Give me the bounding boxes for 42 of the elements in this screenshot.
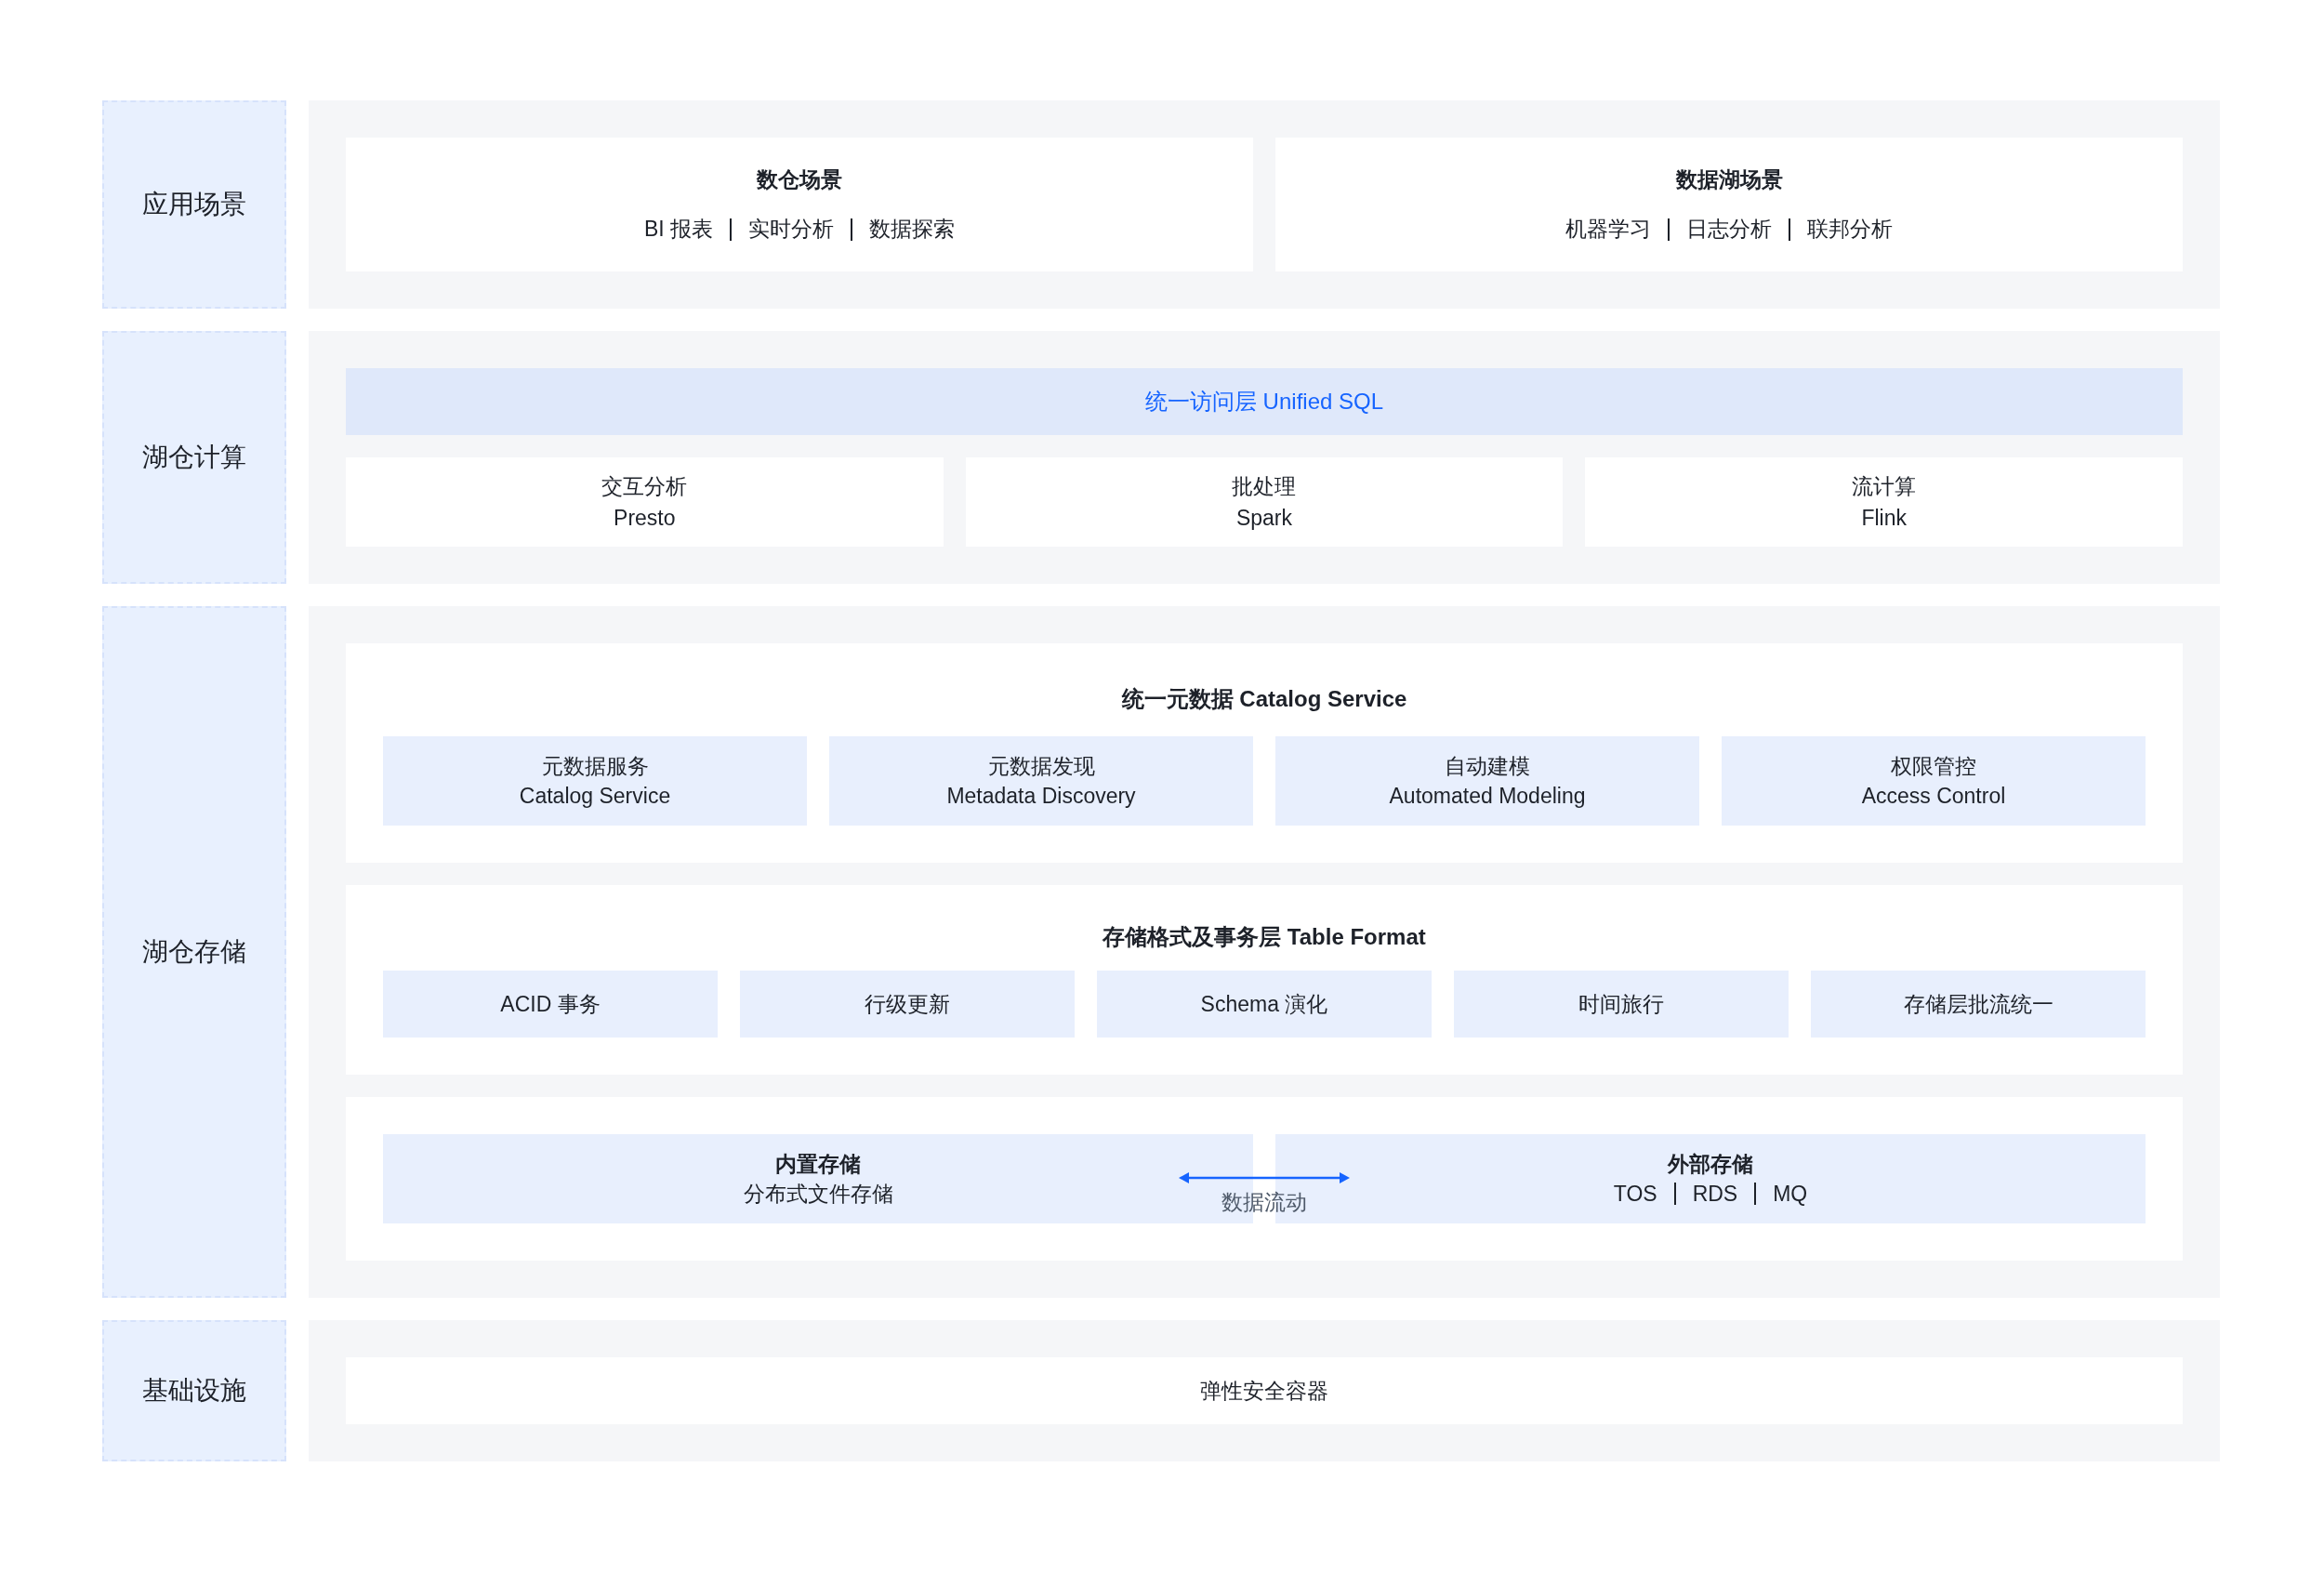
item-label: 分布式文件存储	[743, 1181, 893, 1208]
feature-name: 元数据发现	[987, 753, 1095, 780]
feature-card: ACID 事务	[383, 971, 718, 1038]
storage-title: 内置存储	[775, 1151, 861, 1178]
section-title: 存储格式及事务层 Table Format	[1101, 923, 1427, 951]
item-label: BI 报表	[643, 216, 714, 243]
item-label: 联邦分析	[1807, 216, 1893, 243]
layer-label: 基础设施	[102, 1320, 286, 1461]
item-label: 数据探索	[869, 216, 956, 243]
item-label: 日志分析	[1686, 216, 1772, 243]
item-label: RDS	[1692, 1181, 1738, 1208]
item-label: TOS	[1613, 1181, 1657, 1208]
infrastructure-card: 弹性安全容器	[346, 1357, 2183, 1424]
feature-english-name: Catalog Service	[519, 783, 671, 810]
engine-name: 流计算	[1852, 473, 1917, 500]
feature-english-name: Automated Modeling	[1389, 783, 1586, 810]
feature-card: 时间旅行	[1454, 971, 1789, 1038]
card-title: 数仓场景	[757, 166, 842, 193]
feature-name: 自动建模	[1445, 753, 1530, 780]
engine-name: 交互分析	[601, 473, 688, 500]
feature-card: Schema 演化	[1097, 971, 1432, 1038]
engine-product: Flink	[1861, 505, 1907, 532]
layer-label: 湖仓计算	[102, 331, 286, 584]
feature-card: 存储层批流统一	[1811, 971, 2146, 1038]
item-label: 实时分析	[748, 216, 835, 243]
item-label: MQ	[1773, 1181, 1808, 1208]
layer-label: 应用场景	[102, 100, 286, 309]
flow-label: 数据流动	[1221, 1189, 1307, 1216]
feature-name: 元数据服务	[541, 753, 649, 780]
unified-sql-banner: 统一访问层 Unified SQL	[346, 368, 2183, 435]
feature-card: 行级更新	[740, 971, 1075, 1038]
layer-label: 湖仓存储	[102, 606, 286, 1298]
item-label: 机器学习	[1565, 216, 1651, 243]
feature-english-name: Metadata Discovery	[946, 783, 1136, 810]
section-title: 统一元数据 Catalog Service	[1120, 685, 1408, 713]
card-title: 数据湖场景	[1675, 166, 1783, 193]
engine-product: Presto	[614, 505, 676, 532]
feature-english-name: Access Control	[1861, 783, 2006, 810]
storage-title: 外部存储	[1668, 1151, 1753, 1178]
engine-product: Spark	[1235, 505, 1293, 532]
feature-name: 权限管控	[1891, 753, 1976, 780]
engine-name: 批处理	[1232, 473, 1297, 500]
